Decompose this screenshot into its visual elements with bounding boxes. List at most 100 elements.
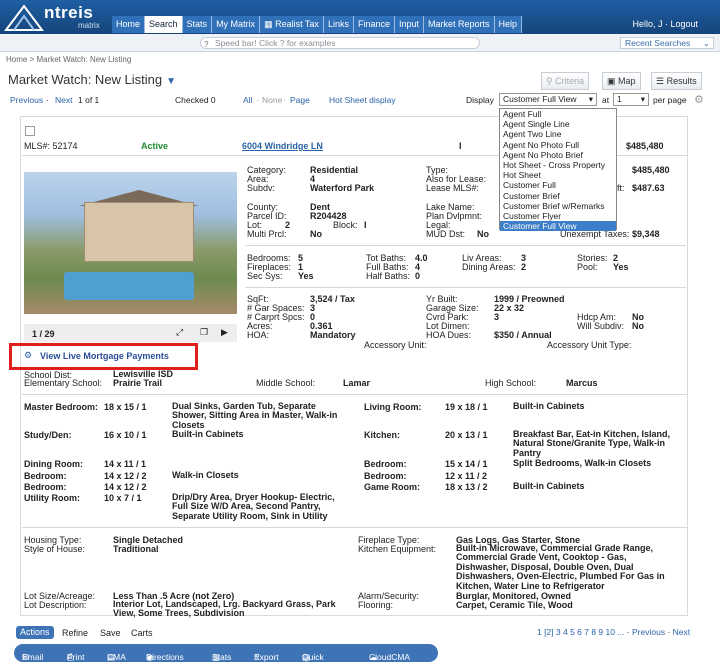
half-baths-label: Half Baths: [366,271,411,281]
elementary-value: Prairie Trail [113,378,163,388]
select-none-link[interactable]: None [262,95,282,105]
user-greeting[interactable]: Hello, J · Logout [632,19,698,29]
display-option[interactable]: Customer Brief [500,191,616,201]
room-size: 16 x 10 / 1 [104,430,147,440]
room-size: 14 x 12 / 2 [104,482,147,492]
room-description: Dual Sinks, Garden Tub, Separate Shower,… [172,401,338,430]
price-per-sqft: $487.63 [632,183,665,193]
subdivision-value: Waterford Park [310,183,375,193]
select-all-link[interactable]: All [243,95,252,105]
security-label: Sec Sys: [247,271,283,281]
display-option[interactable]: Agent Two Line [500,129,616,139]
logo-icon [4,4,44,31]
separator: · [283,95,286,105]
nav-finance[interactable]: Finance [353,16,395,33]
covered-parking-value: 3 [494,312,500,322]
page-links[interactable]: 1 [2] 3 4 5 6 7 8 9 10 ... [537,627,624,637]
logo[interactable]: ntreis matrix [4,2,108,32]
room-name: Kitchen: [364,430,400,440]
divider [245,287,686,288]
multi-parcel-value: No [310,229,322,239]
display-select[interactable]: Customer Full View ▾ [499,93,597,106]
recent-searches-select[interactable]: Recent Searches ⌄ [620,37,714,49]
play-icon[interactable]: ▶ [221,327,228,338]
photo-controls: 1 / 29 ⤢ ❐ ▶ [24,324,237,342]
house-style-label: Style of House: [24,544,86,554]
pagination: 1 [2] 3 4 5 6 7 8 9 10 ... · Previous · … [537,627,691,637]
tab-carts[interactable]: Carts [131,628,153,638]
room-name: Utility Room: [24,493,80,503]
room-name: Bedroom: [364,471,407,481]
header-bar: ntreis matrix Home Search Stats My Matri… [0,0,720,34]
elementary-label: Elementary School: [24,378,103,388]
chevron-down-icon[interactable]: ▼ [166,76,176,87]
display-option[interactable]: Agent No Photo Full [500,140,616,150]
flooring-value: Carpet, Ceramic Tile, Wood [456,600,573,610]
nav-my-matrix[interactable]: My Matrix [212,16,261,33]
nav-realist-tax[interactable]: ▦ Realist Tax [260,16,324,33]
criteria-button[interactable]: ⚲ Criteria [541,72,590,90]
display-option[interactable]: Hot Sheet [500,170,616,180]
pagination-previous[interactable]: Previous [632,627,665,637]
high-school-label: High School: [485,378,537,388]
mls-number: MLS#: 52174 [24,141,78,151]
room-name: Study/Den: [24,430,72,440]
display-option[interactable]: Customer Flyer [500,211,616,221]
listing-indicator: I [459,141,462,151]
nav-links[interactable]: Links [323,16,354,33]
logo-subtext: matrix [78,21,100,30]
expand-icon[interactable]: ⤢ [176,327,183,338]
previous-link[interactable]: Previous [10,95,43,105]
results-button[interactable]: ☰ Results [651,72,702,90]
at-label: at [602,95,610,105]
room-name: Bedroom: [364,459,407,469]
select-page-link[interactable]: Page [290,95,310,105]
gear-icon[interactable]: ⚙ [694,93,704,106]
display-option[interactable]: Agent Single Line [500,119,616,129]
select-checkbox[interactable] [25,126,35,136]
display-option[interactable]: Agent Full [500,109,616,119]
breadcrumb[interactable]: Home > Market Watch: New Listing [6,55,131,64]
display-option[interactable]: Customer Brief w/Remarks [500,201,616,211]
tab-actions[interactable]: Actions [16,626,54,639]
speed-bar-input[interactable]: ? Speed bar! Click ? for examples [200,37,480,49]
tab-save[interactable]: Save [100,628,121,638]
map-button[interactable]: ▣ Map [602,72,641,90]
block-value: I [364,220,367,230]
room-size: 15 x 14 / 1 [445,459,488,469]
property-photo[interactable] [24,172,237,314]
page-title: Market Watch: New Listing ▼ [8,72,177,87]
room-name: Master Bedroom: [24,402,99,412]
per-page-select[interactable]: 1 ▾ [613,93,649,106]
per-page-label: per page [653,95,687,105]
mortgage-payments-link[interactable]: View Live Mortgage Payments [40,351,169,361]
display-option[interactable]: Hot Sheet - Cross Property [500,160,616,170]
room-size: 18 x 15 / 1 [104,402,147,412]
display-option-selected[interactable]: Customer Full View [500,221,616,232]
gallery-icon[interactable]: ❐ [200,327,208,338]
nav-search[interactable]: Search [145,16,183,33]
pagination-next[interactable]: Next [673,627,690,637]
speed-bar-row: ? Speed bar! Click ? for examples Recent … [0,34,720,52]
hot-sheet-link[interactable]: Hot Sheet display [329,95,396,105]
middle-school-value: Lamar [343,378,371,388]
help-icon[interactable]: ? [204,39,208,50]
room-name: Living Room: [364,402,422,412]
nav-market-reports[interactable]: Market Reports [424,16,495,33]
record-count: 1 of 1 [78,95,100,105]
unexempt-taxes-value: $9,348 [632,229,660,239]
search-icon: ⚲ [546,76,556,86]
photo-counter: 1 / 29 [32,329,55,339]
display-option[interactable]: Agent No Photo Brief [500,150,616,160]
nav-help[interactable]: Help [494,16,523,33]
nav-stats[interactable]: Stats [182,16,213,33]
tab-refine[interactable]: Refine [62,628,88,638]
room-description: Walk-in Closets [172,470,239,480]
next-link[interactable]: Next [55,95,72,105]
separator: · [46,95,49,105]
nav-home[interactable]: Home [112,16,146,33]
will-subdivide-label: Will Subdiv: [577,321,625,331]
address-link[interactable]: 6004 Windridge LN [242,141,323,151]
display-option[interactable]: Customer Full [500,180,616,190]
nav-input[interactable]: Input [394,16,425,33]
